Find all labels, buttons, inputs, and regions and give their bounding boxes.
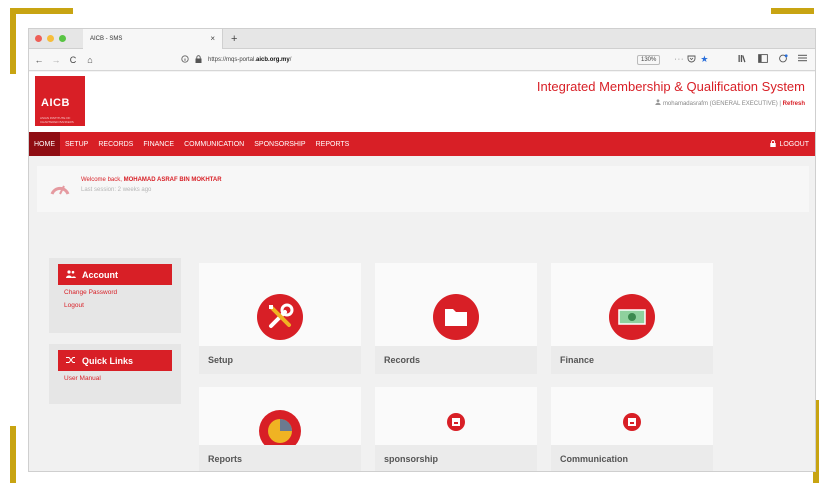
reports-card[interactable]: Reports [199, 387, 361, 471]
extension-icon[interactable] [778, 54, 788, 65]
finance-card[interactable]: Finance [551, 263, 713, 374]
user-manual-link[interactable]: User Manual [64, 375, 181, 382]
account-panel-title: Account [82, 269, 118, 280]
quick-links-panel-header: Quick Links [58, 350, 172, 371]
welcome-text: Welcome back, MOHAMAD ASRAF BIN MOKHTAR [81, 177, 222, 183]
pocket-icon[interactable] [687, 55, 696, 65]
finance-card-label: Finance [551, 346, 713, 374]
quick-links-panel: Quick Links User Manual [49, 344, 181, 404]
corner-bracket-top-left [10, 8, 16, 74]
logo-tagline: ASIAN INSTITUTE OF CHARTERED BANKERS [40, 116, 74, 124]
corner-bracket-top-left [10, 8, 73, 14]
zoom-window-button[interactable] [59, 35, 66, 42]
system-title: Integrated Membership & Qualification Sy… [536, 79, 805, 94]
library-icon[interactable] [738, 54, 748, 65]
sponsorship-card-label: sponsorship [375, 445, 537, 471]
corner-bracket-bottom-left [10, 426, 16, 483]
site-header: AICB ASIAN INSTITUTE OF CHARTERED BANKER… [29, 72, 815, 132]
dashboard-gauge-icon [50, 185, 70, 195]
last-session-text: Last session: 2 weeks ago [81, 187, 152, 193]
records-card[interactable]: Records [375, 263, 537, 374]
user-info-line: mohamadasrafm (GENERAL EXECUTIVE) | Refr… [655, 99, 805, 107]
records-card-label: Records [375, 346, 537, 374]
setup-card[interactable]: Setup [199, 263, 361, 374]
sidebar-icon[interactable] [758, 54, 768, 65]
browser-tab[interactable]: AICB - SMS × [83, 29, 223, 49]
setup-card-label: Setup [199, 346, 361, 374]
menu-item-records[interactable]: RECORDS [93, 132, 138, 156]
logout-link[interactable]: Logout [64, 302, 181, 309]
shuffle-icon [66, 356, 76, 366]
lock-icon [195, 54, 202, 65]
zoom-level-badge[interactable]: 130% [637, 54, 661, 65]
logo-text: AICB [41, 97, 70, 109]
home-icon[interactable]: ⌂ [83, 55, 97, 65]
aicb-logo[interactable]: AICB ASIAN INSTITUTE OF CHARTERED BANKER… [35, 76, 85, 126]
address-bar[interactable]: https://mqs-portal.aicb.org.my/ [181, 53, 581, 67]
browser-window: AICB - SMS × + ← → C ⌂ https://mqs-porta… [28, 28, 816, 472]
money-icon [609, 294, 655, 340]
page-actions-icon[interactable]: ··· [674, 56, 684, 63]
refresh-link[interactable]: Refresh [783, 101, 805, 107]
forward-icon[interactable]: → [49, 55, 63, 65]
wrench-screwdriver-icon [257, 294, 303, 340]
close-window-button[interactable] [35, 35, 42, 42]
user-info-text: mohamadasrafm (GENERAL EXECUTIVE) | [662, 101, 781, 107]
users-icon [66, 269, 76, 280]
welcome-user-name: MOHAMAD ASRAF BIN MOKHTAR [123, 177, 222, 183]
bookmark-star-icon[interactable]: ★ [700, 54, 708, 65]
communication-card[interactable]: Communication [551, 387, 713, 471]
account-panel-header: Account [58, 264, 172, 285]
menu-item-reports[interactable]: REPORTS [311, 132, 355, 156]
reload-icon[interactable]: C [66, 55, 80, 65]
tab-title: AICB - SMS [90, 35, 123, 42]
reports-card-label: Reports [199, 445, 361, 471]
close-tab-icon[interactable]: × [210, 34, 215, 43]
window-controls [29, 35, 83, 42]
menu-item-sponsorship[interactable]: SPONSORSHIP [249, 132, 310, 156]
communication-card-label: Communication [551, 445, 713, 471]
back-icon[interactable]: ← [32, 55, 46, 65]
url-text: https://mqs-portal.aicb.org.my/ [208, 56, 292, 63]
minimize-window-button[interactable] [47, 35, 54, 42]
main-menu-bar: HOME SETUP RECORDS FINANCE COMMUNICATION… [29, 132, 815, 156]
folder-icon [433, 294, 479, 340]
change-password-link[interactable]: Change Password [64, 289, 181, 296]
menu-icon[interactable] [798, 54, 807, 65]
web-page: AICB ASIAN INSTITUTE OF CHARTERED BANKER… [29, 72, 815, 471]
menu-item-communication[interactable]: COMMUNICATION [179, 132, 249, 156]
menu-item-setup[interactable]: SETUP [60, 132, 93, 156]
screenshot-frame: AICB - SMS × + ← → C ⌂ https://mqs-porta… [0, 0, 827, 483]
corner-bracket-top-right [771, 8, 814, 14]
quick-links-panel-title: Quick Links [82, 355, 134, 366]
new-tab-button[interactable]: + [223, 33, 237, 45]
browser-nav-bar: ← → C ⌂ https://mqs-portal.aicb.org.my/ … [29, 49, 815, 71]
menu-item-finance[interactable]: FINANCE [138, 132, 179, 156]
site-info-icon[interactable] [181, 54, 189, 65]
account-panel: Account Change Password Logout [49, 258, 181, 333]
menu-item-home[interactable]: HOME [29, 132, 60, 156]
welcome-prefix: Welcome back, [81, 177, 122, 183]
logout-button[interactable]: LOGOUT [770, 139, 809, 149]
lock-icon [770, 139, 777, 149]
toolbar-right [738, 54, 807, 65]
logout-label: LOGOUT [779, 140, 809, 148]
user-icon [655, 99, 663, 107]
sponsorship-card[interactable]: sponsorship [375, 387, 537, 471]
welcome-banner: Welcome back, MOHAMAD ASRAF BIN MOKHTAR … [37, 166, 809, 212]
browser-tab-bar: AICB - SMS × + [29, 29, 815, 49]
broken-image-icon [623, 413, 641, 431]
broken-image-icon [447, 413, 465, 431]
